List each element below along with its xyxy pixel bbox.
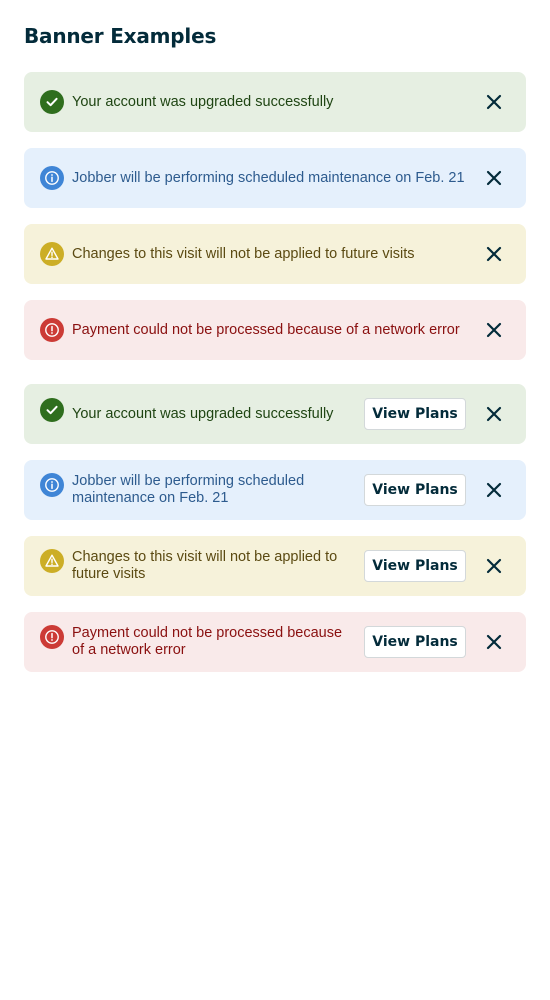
close-button[interactable] bbox=[478, 162, 510, 194]
close-button[interactable] bbox=[478, 314, 510, 346]
banner-examples-page: Banner Examples Your account was upgrade… bbox=[0, 0, 550, 1000]
banner-message: Payment could not be processed because o… bbox=[72, 321, 460, 338]
banner-message: Changes to this visit will not be applie… bbox=[72, 245, 415, 262]
banner-message: Jobber will be performing scheduled main… bbox=[72, 169, 465, 186]
alert-icon bbox=[40, 318, 64, 342]
checkmark-icon bbox=[40, 398, 64, 422]
close-icon bbox=[486, 94, 502, 110]
banner-message: Your account was upgraded successfully bbox=[72, 93, 334, 110]
close-button[interactable] bbox=[478, 398, 510, 430]
view-plans-button[interactable]: View Plans bbox=[364, 626, 466, 658]
view-plans-button[interactable]: View Plans bbox=[364, 398, 466, 430]
banner-message: Your account was upgraded successfully bbox=[72, 405, 334, 422]
close-button[interactable] bbox=[478, 626, 510, 658]
close-button[interactable] bbox=[478, 474, 510, 506]
banner-message: Jobber will be performing scheduled main… bbox=[72, 473, 305, 506]
close-button[interactable] bbox=[478, 550, 510, 582]
checkmark-icon bbox=[40, 90, 64, 114]
page-title: Banner Examples bbox=[24, 24, 217, 48]
close-button[interactable] bbox=[478, 238, 510, 270]
info-banner: Jobber will be performing scheduled main… bbox=[24, 148, 526, 208]
banner-message: Payment could not be processed because o… bbox=[72, 625, 343, 658]
alert-icon bbox=[40, 625, 64, 649]
error-action-banner: Payment could not be processed because o… bbox=[24, 612, 526, 672]
info-action-banner: Jobber will be performing scheduled main… bbox=[24, 460, 526, 520]
error-banner: Payment could not be processed because o… bbox=[24, 300, 526, 360]
warning-icon bbox=[40, 242, 64, 266]
banner-message: Changes to this visit will not be applie… bbox=[72, 549, 338, 582]
info-icon bbox=[40, 166, 64, 190]
close-icon bbox=[486, 406, 502, 422]
view-plans-button[interactable]: View Plans bbox=[364, 550, 466, 582]
success-banner: Your account was upgraded successfully bbox=[24, 72, 526, 132]
warning-action-banner: Changes to this visit will not be applie… bbox=[24, 536, 526, 596]
close-icon bbox=[486, 634, 502, 650]
close-icon bbox=[486, 170, 502, 186]
close-icon bbox=[486, 322, 502, 338]
warning-icon bbox=[40, 549, 64, 573]
close-icon bbox=[486, 558, 502, 574]
view-plans-button[interactable]: View Plans bbox=[364, 474, 466, 506]
close-button[interactable] bbox=[478, 86, 510, 118]
warning-banner: Changes to this visit will not be applie… bbox=[24, 224, 526, 284]
close-icon bbox=[486, 482, 502, 498]
close-icon bbox=[486, 246, 502, 262]
info-icon bbox=[40, 473, 64, 497]
success-action-banner: Your account was upgraded successfully V… bbox=[24, 384, 526, 444]
